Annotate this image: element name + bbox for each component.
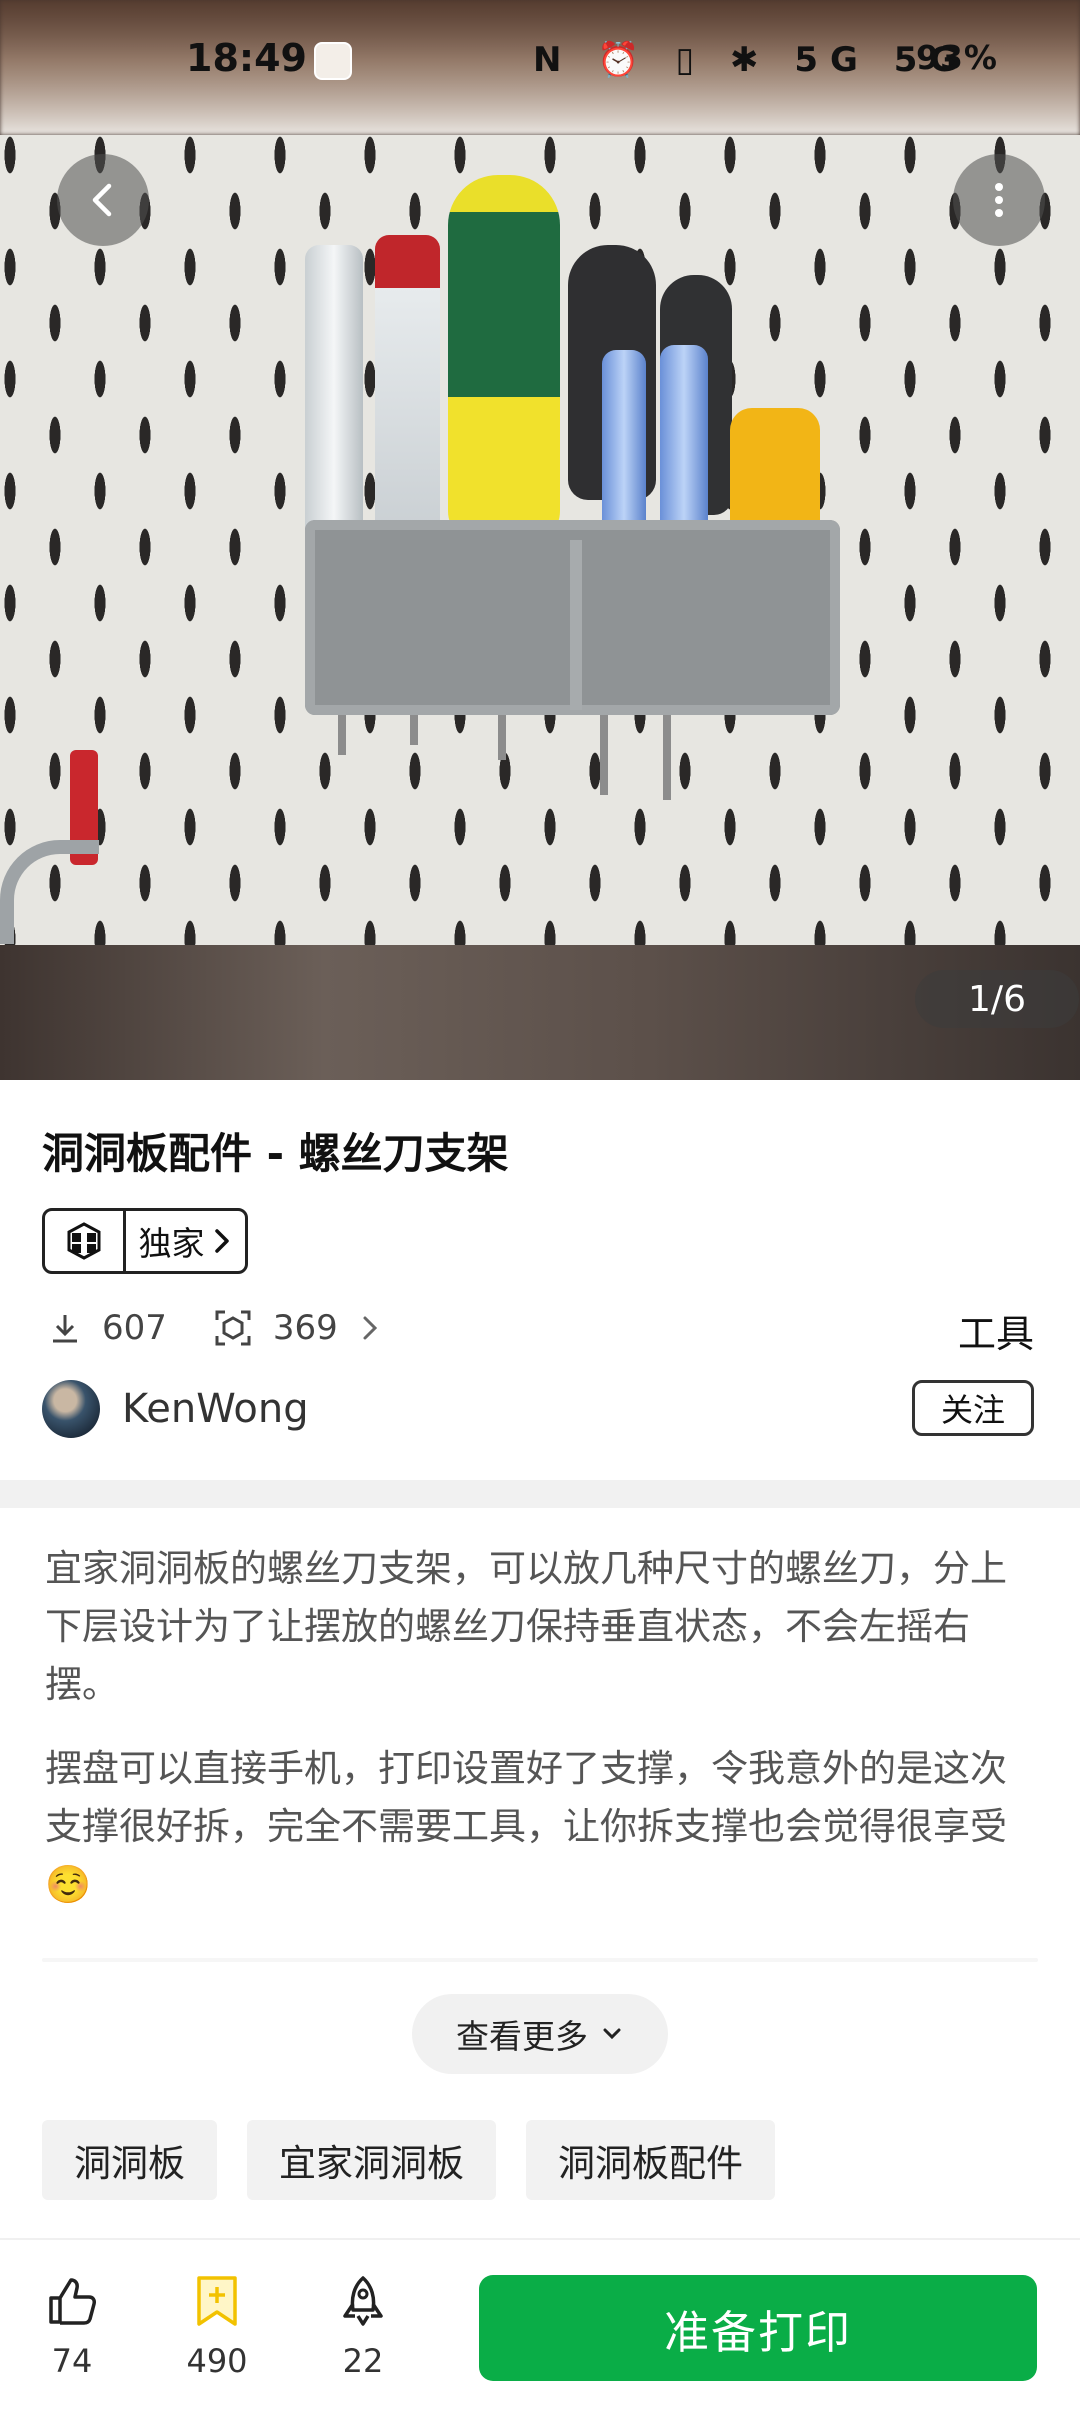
rocket-icon xyxy=(343,2276,383,2326)
makes-count: 369 xyxy=(272,1308,338,1348)
status-bar: 18:49 N ⏰ ▯ ✱ 5G 5G 93% xyxy=(0,30,1080,92)
description-paragraph-2: 摆盘可以直接手机，打印设置好了支撑，令我意外的是这次支撑很好拆，完全不需要工具，… xyxy=(45,1747,1007,1906)
back-button[interactable] xyxy=(57,154,149,246)
tag-item[interactable]: 宜家洞洞板 xyxy=(247,2120,496,2200)
system-icons: N ⏰ ▯ ✱ 5G 5G xyxy=(533,40,970,80)
screwdriver-clear-1 xyxy=(305,245,363,565)
shaft xyxy=(338,715,346,755)
like-button[interactable]: 74 xyxy=(27,2274,117,2380)
shaft xyxy=(600,715,608,795)
boost-count: 22 xyxy=(342,2342,384,2380)
boost-button[interactable]: 22 xyxy=(318,2274,408,2380)
description-fade xyxy=(42,1958,1038,1962)
model-title: 洞洞板配件 - 螺丝刀支架 xyxy=(42,1129,509,1178)
notification-avatar-icon xyxy=(314,42,352,80)
battery-level: 93% xyxy=(916,38,998,77)
chevron-right-icon xyxy=(363,1316,377,1340)
prepare-print-button[interactable]: 准备打印 xyxy=(479,2275,1037,2381)
badge-label: 独家 xyxy=(138,1224,205,1263)
author-avatar[interactable] xyxy=(42,1380,100,1438)
3d-printed-holder xyxy=(305,520,840,715)
model-image-gallery[interactable] xyxy=(0,0,1080,1080)
thumbs-up-icon xyxy=(49,2278,96,2325)
shaft xyxy=(498,715,506,760)
author-name[interactable]: KenWong xyxy=(122,1386,309,1432)
chevron-left-icon xyxy=(92,183,112,217)
tag-item[interactable]: 洞洞板配件 xyxy=(526,2120,775,2200)
category-label[interactable]: 工具 xyxy=(958,1303,1034,1358)
exclusive-badge[interactable]: 独家 xyxy=(42,1208,248,1274)
download-count: 607 xyxy=(102,1308,167,1348)
chevron-down-icon xyxy=(603,2028,621,2040)
see-more-label: 查看更多 xyxy=(456,2017,588,2056)
author-row[interactable]: KenWong xyxy=(42,1380,309,1438)
cube-icon xyxy=(45,1211,126,1271)
description-paragraph-1: 宜家洞洞板的螺丝刀支架，可以放几种尺寸的螺丝刀，分上下层设计为了让摆放的螺丝刀保… xyxy=(45,1547,1007,1706)
shaft xyxy=(663,715,671,800)
more-options-button[interactable] xyxy=(953,154,1045,246)
badge-text-group: 独家 xyxy=(126,1211,245,1271)
like-count: 74 xyxy=(51,2342,93,2380)
download-count-group: 607 xyxy=(48,1308,167,1348)
holder-divider xyxy=(570,540,582,710)
tag-list: 洞洞板 宜家洞洞板 洞洞板配件 xyxy=(42,2120,805,2200)
see-more-button[interactable]: 查看更多 xyxy=(412,1994,668,2074)
chevron-right-icon xyxy=(214,1229,229,1253)
tag-item[interactable]: 洞洞板 xyxy=(42,2120,217,2200)
follow-button[interactable]: 关注 xyxy=(912,1380,1034,1436)
screwdriver-clear-2 xyxy=(375,235,440,565)
image-counter: 1/6 xyxy=(915,970,1079,1028)
download-icon xyxy=(53,1315,77,1343)
makes-count-group[interactable]: 369 xyxy=(213,1308,382,1348)
favorite-button[interactable]: 490 xyxy=(172,2274,262,2380)
bookmark-add-icon xyxy=(197,2276,237,2326)
more-vertical-icon xyxy=(995,183,1003,217)
shaft xyxy=(410,715,418,745)
clock: 18:49 xyxy=(186,36,307,80)
section-divider xyxy=(0,1480,1080,1508)
model-stats: 607 369 xyxy=(48,1300,428,1356)
bottom-action-bar: 74 490 22 准备打印 xyxy=(0,2238,1080,2414)
scan-cube-icon xyxy=(215,1310,251,1346)
favorite-count: 490 xyxy=(186,2342,248,2380)
screwdriver-green xyxy=(448,175,560,545)
